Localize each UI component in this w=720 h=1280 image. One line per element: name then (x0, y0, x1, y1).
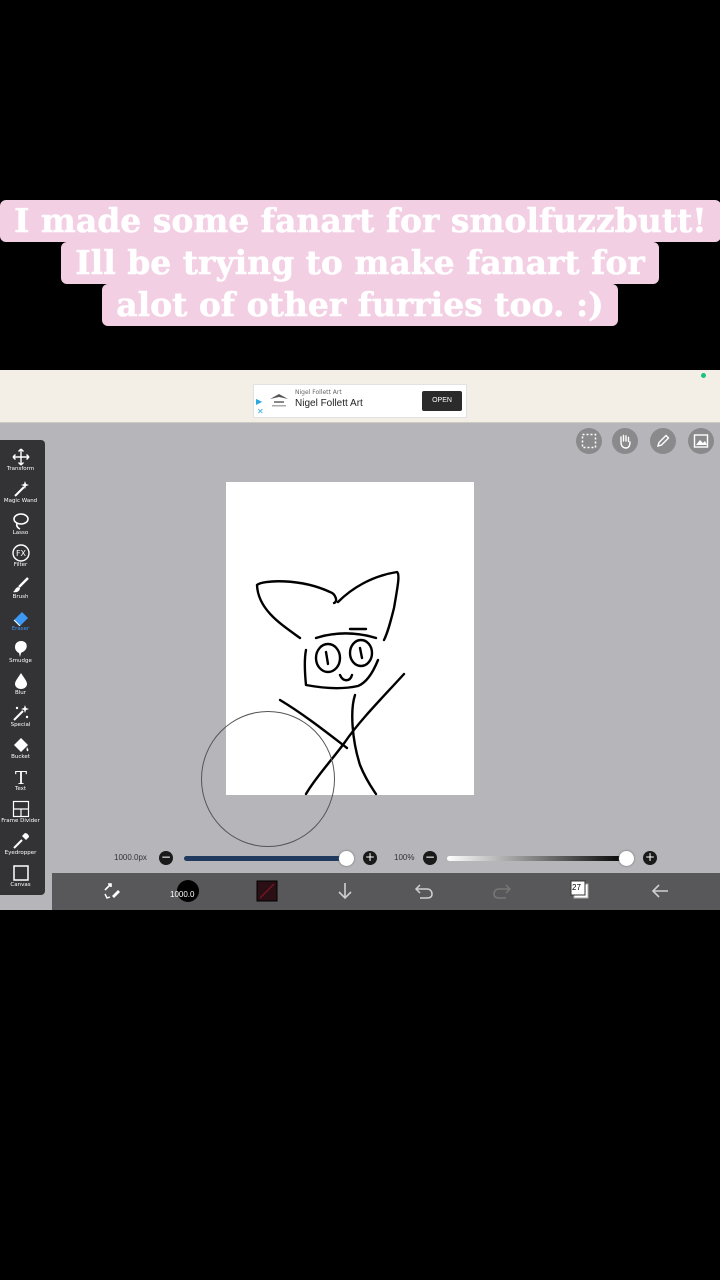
tool-label: Brush (12, 594, 29, 600)
tool-label: Magic Wand (3, 498, 38, 504)
eyedropper-icon (12, 833, 29, 849)
tool-label: Eraser (11, 626, 30, 632)
svg-text:T: T (14, 768, 26, 786)
opacity-slider[interactable] (447, 856, 627, 861)
tool-label: Special (10, 722, 31, 728)
layer-count: 27 (572, 883, 581, 892)
caption-overlay: I made some fanart for smolfuzzbutt! Ill… (0, 200, 720, 326)
canvas-icon (12, 865, 29, 881)
frame-divider-icon (12, 800, 29, 818)
tool-label: Frame Divider (1, 818, 40, 824)
tool-brush[interactable]: Brush (0, 574, 41, 606)
brush-size-preview-label: 1000.0 (170, 890, 195, 899)
tool-text[interactable]: T Text (0, 766, 41, 798)
brush-size-value: 1000.0px (114, 853, 147, 862)
caption-line-1: I made some fanart for smolfuzzbutt! (0, 200, 720, 242)
tool-filter[interactable]: FX Filter (0, 542, 41, 574)
tool-eyedropper[interactable]: Eyedropper (0, 830, 41, 862)
tool-blur[interactable]: Blur (0, 670, 41, 702)
layers-button[interactable]: 27 (570, 880, 589, 899)
tool-label: Canvas (10, 882, 31, 888)
tool-label: Text (14, 786, 27, 792)
blur-icon (14, 673, 27, 689)
size-increase-button[interactable]: + (363, 851, 377, 865)
tool-label: Bucket (11, 754, 30, 760)
brush-icon (12, 577, 29, 593)
tool-label: Smudge (9, 658, 32, 664)
tool-special[interactable]: Special (0, 702, 41, 734)
sketch-drawing (255, 570, 406, 796)
eraser-icon (13, 612, 28, 626)
brush-size-slider[interactable] (184, 856, 347, 861)
caption-line-3: alot of other furries too. :) (102, 284, 618, 326)
bucket-icon (13, 738, 28, 752)
tool-label: Blur (14, 690, 27, 696)
tool-canvas[interactable]: Canvas (0, 862, 41, 894)
download-arrow-icon[interactable] (336, 881, 354, 901)
tool-label: Eyedropper (4, 850, 37, 856)
tool-label: Lasso (12, 530, 29, 536)
opacity-value: 100% (394, 853, 415, 862)
filter-icon: FX (11, 544, 30, 562)
tool-panel: Transform Magic Wand Lasso FX Filter Bru… (0, 440, 45, 895)
opacity-increase-button[interactable]: + (643, 851, 657, 865)
back-arrow-icon[interactable] (650, 881, 670, 901)
undo-icon[interactable] (414, 881, 434, 901)
brush-cursor (201, 711, 335, 847)
magic-wand-icon (13, 481, 29, 497)
tool-smudge[interactable]: Smudge (0, 638, 41, 670)
tool-magic-wand[interactable]: Magic Wand (0, 478, 41, 510)
text-icon: T (14, 768, 26, 786)
opacity-slider-thumb[interactable] (619, 851, 634, 866)
caption-line-2: Ill be trying to make fanart for (61, 242, 659, 284)
tool-lasso[interactable]: Lasso (0, 510, 41, 542)
tool-bucket[interactable]: Bucket (0, 734, 41, 766)
smudge-icon (14, 641, 27, 657)
swap-tool-icon[interactable] (102, 881, 122, 901)
brush-size-slider-thumb[interactable] (339, 851, 354, 866)
drawing-app-screen: ▶ ✕ Nigel Follett Art Nigel Follett Art … (0, 370, 720, 910)
color-swatch[interactable] (256, 880, 278, 902)
tool-label: Transform (6, 466, 35, 472)
redo-icon[interactable] (492, 881, 512, 901)
size-decrease-button[interactable]: − (159, 851, 173, 865)
opacity-decrease-button[interactable]: − (423, 851, 437, 865)
tool-transform[interactable]: Transform (0, 446, 41, 478)
special-icon (12, 705, 29, 721)
lasso-icon (12, 513, 29, 530)
tool-label: Filter (13, 562, 28, 568)
svg-text:FX: FX (15, 549, 26, 558)
bottom-toolbar: 1000.0 27 (52, 873, 720, 910)
tool-frame-divider[interactable]: Frame Divider (0, 798, 41, 830)
transform-icon (12, 448, 29, 466)
tool-eraser[interactable]: Eraser (0, 606, 41, 638)
